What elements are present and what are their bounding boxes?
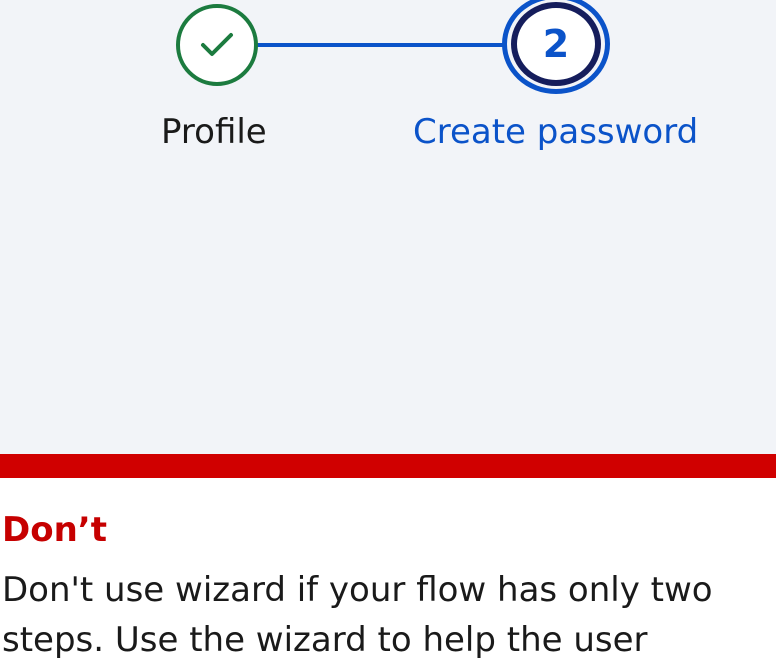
step-2-number: 2: [542, 22, 570, 66]
dont-heading: Don’t: [2, 510, 107, 550]
step-connector: [256, 43, 506, 47]
step-1-indicator: [176, 4, 258, 86]
dont-indicator-bar: [0, 454, 776, 478]
step-2-indicator: 2: [511, 2, 601, 86]
step-1-label: Profile: [161, 112, 267, 152]
checkmark-icon: [200, 32, 234, 58]
dont-description: Don't use wizard if your flow has only t…: [2, 570, 713, 660]
wizard-preview: 2 Profile Create password: [0, 0, 776, 454]
step-2-label: Create password: [413, 112, 699, 152]
